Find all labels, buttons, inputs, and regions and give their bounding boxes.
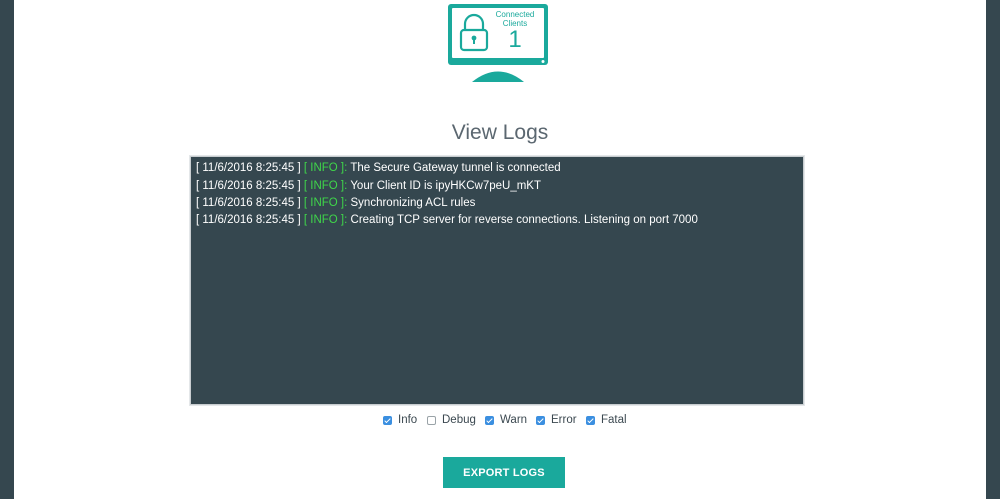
debug-checkbox[interactable]: [427, 415, 436, 425]
filter-warn[interactable]: Warn: [485, 414, 527, 426]
page-title: View Logs: [451, 121, 549, 144]
log-timestamp: [ 11/6/2016 8:25:45 ]: [196, 162, 301, 174]
error-checkbox[interactable]: [536, 415, 545, 425]
filter-fatal[interactable]: Fatal: [586, 414, 627, 426]
warn-checkbox[interactable]: [485, 415, 494, 425]
log-entry: [ 11/6/2016 8:25:45 ] [ INFO ]: Synchron…: [196, 197, 475, 209]
filter-info-label: Info: [398, 414, 418, 426]
log-message: Your Client ID is ipyHKCw7peU_mKT: [350, 180, 541, 192]
log-timestamp: [ 11/6/2016 8:25:45 ]: [196, 180, 301, 192]
filter-error-label: Error: [551, 414, 577, 426]
log-level: [ INFO ]:: [303, 180, 348, 192]
log-entry: [ 11/6/2016 8:25:45 ] [ INFO ]: Your Cli…: [196, 180, 541, 192]
log-console[interactable]: [ 11/6/2016 8:25:45 ] [ INFO ]: The Secu…: [190, 156, 804, 405]
log-level: [ INFO ]:: [303, 197, 348, 209]
log-message: The Secure Gateway tunnel is connected: [350, 162, 561, 174]
log-timestamp: [ 11/6/2016 8:25:45 ]: [196, 197, 301, 209]
log-level-filters: Info Debug Warn Error Fatal: [0, 414, 1000, 430]
log-message: Synchronizing ACL rules: [350, 197, 476, 209]
log-message: Creating TCP server for reverse connecti…: [350, 214, 698, 226]
filter-debug-label: Debug: [442, 414, 476, 426]
fatal-checkbox[interactable]: [586, 415, 595, 425]
filter-warn-label: Warn: [500, 414, 528, 426]
log-timestamp: [ 11/6/2016 8:25:45 ]: [196, 214, 301, 226]
info-checkbox[interactable]: [383, 415, 392, 425]
padlock-icon: [458, 12, 490, 52]
log-level: [ INFO ]:: [303, 162, 348, 174]
log-level: [ INFO ]:: [303, 214, 348, 226]
filter-error[interactable]: Error: [536, 414, 577, 426]
filter-debug[interactable]: Debug: [427, 414, 476, 426]
connected-clients-count: 1: [508, 26, 522, 53]
export-logs-button[interactable]: EXPORT LOGS: [443, 457, 565, 488]
log-entry: [ 11/6/2016 8:25:45 ] [ INFO ]: Creating…: [196, 214, 698, 226]
log-entry: [ 11/6/2016 8:25:45 ] [ INFO ]: The Secu…: [196, 162, 561, 174]
filter-info[interactable]: Info: [383, 414, 417, 426]
filter-fatal-label: Fatal: [601, 414, 627, 426]
